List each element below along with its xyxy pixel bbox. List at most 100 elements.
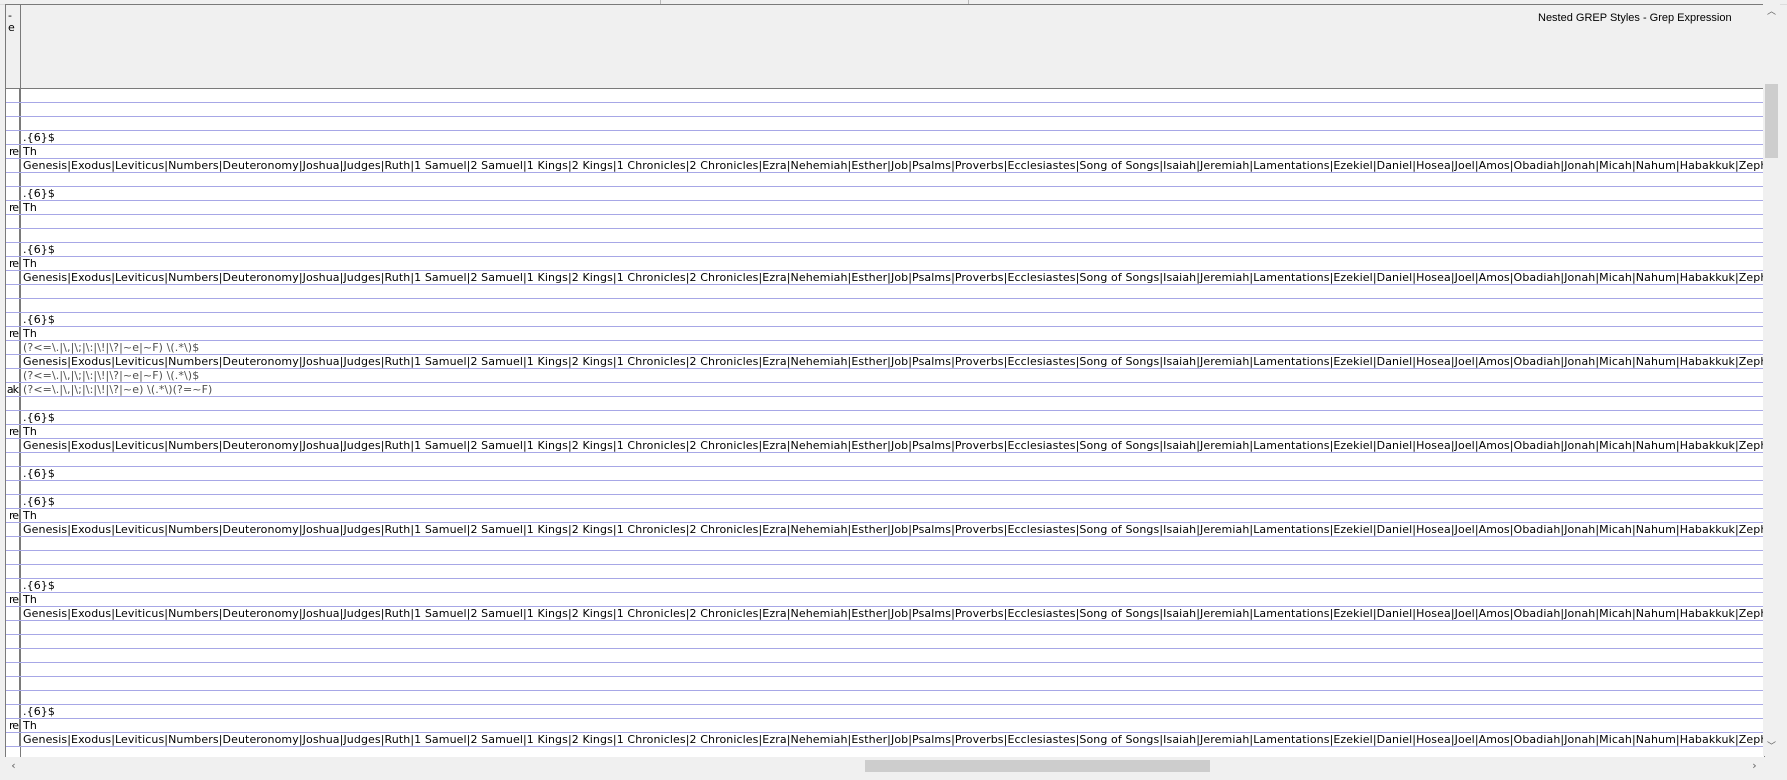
table-row[interactable]: [6, 565, 1764, 579]
row-header[interactable]: [6, 495, 20, 508]
vertical-scrollbar[interactable]: ︿ ﹀: [1763, 4, 1780, 756]
table-row[interactable]: [6, 635, 1764, 649]
table-row[interactable]: .{6}$: [6, 243, 1764, 257]
row-header[interactable]: re: [6, 719, 20, 732]
table-row[interactable]: re Th: [6, 425, 1764, 439]
vertical-scroll-thumb[interactable]: [1765, 84, 1778, 158]
table-row[interactable]: Genesis|Exodus|Leviticus|Numbers|Deutero…: [6, 607, 1764, 621]
table-row[interactable]: [6, 229, 1764, 243]
row-header[interactable]: re: [6, 425, 20, 438]
table-row[interactable]: Genesis|Exodus|Leviticus|Numbers|Deutero…: [6, 355, 1764, 369]
grep-expression-cell[interactable]: Th: [23, 425, 37, 438]
table-row[interactable]: .{6}$: [6, 467, 1764, 481]
row-header[interactable]: [6, 187, 20, 200]
row-header[interactable]: re: [6, 593, 20, 606]
row-header[interactable]: re: [6, 145, 20, 158]
grep-expression-cell[interactable]: .{6}$: [23, 243, 55, 256]
table-row[interactable]: ak (?<=\.|\,|\;|\:|\!|\?|~e) \(.*\)(?=~F): [6, 383, 1764, 397]
table-row[interactable]: [6, 537, 1764, 551]
grep-expression-cell[interactable]: Th: [23, 509, 37, 522]
row-header[interactable]: re: [6, 509, 20, 522]
row-header[interactable]: [6, 411, 20, 424]
grep-expression-cell[interactable]: Th: [23, 201, 37, 214]
table-row[interactable]: (?<=\.|\,|\;|\:|\!|\?|~e|~F) \(.*\)$: [6, 341, 1764, 355]
table-row[interactable]: [6, 103, 1764, 117]
row-header[interactable]: [6, 117, 20, 130]
grep-expression-cell[interactable]: .{6}$: [23, 313, 55, 326]
row-header[interactable]: [6, 607, 20, 620]
table-row[interactable]: re Th: [6, 201, 1764, 215]
table-row[interactable]: [6, 663, 1764, 677]
grep-expression-cell[interactable]: .{6}$: [23, 131, 55, 144]
grep-expression-cell[interactable]: .{6}$: [23, 411, 55, 424]
table-row[interactable]: Genesis|Exodus|Leviticus|Numbers|Deutero…: [6, 159, 1764, 173]
row-header[interactable]: [6, 299, 20, 312]
row-header[interactable]: [6, 677, 20, 690]
table-row[interactable]: re Th: [6, 719, 1764, 733]
grep-expression-cell[interactable]: Genesis|Exodus|Leviticus|Numbers|Deutero…: [23, 733, 1764, 746]
table-row[interactable]: .{6}$: [6, 187, 1764, 201]
row-header[interactable]: [6, 243, 20, 256]
table-row[interactable]: re Th: [6, 145, 1764, 159]
table-row[interactable]: .{6}$: [6, 411, 1764, 425]
row-header[interactable]: [6, 89, 20, 102]
row-header[interactable]: ak: [6, 383, 20, 396]
grep-expression-cell[interactable]: Th: [23, 719, 37, 732]
chevron-down-icon[interactable]: ﹀: [1763, 739, 1780, 756]
row-header[interactable]: [6, 173, 20, 186]
table-row[interactable]: (?<=\.|\,|\;|\:|\!|\?|~e|~F) \(.*\)$: [6, 369, 1764, 383]
row-header[interactable]: [6, 663, 20, 676]
row-header[interactable]: [6, 523, 20, 536]
row-header[interactable]: [6, 439, 20, 452]
table-row[interactable]: [6, 621, 1764, 635]
table-row[interactable]: .{6}$: [6, 313, 1764, 327]
row-header[interactable]: [6, 621, 20, 634]
table-row[interactable]: [6, 551, 1764, 565]
table-row[interactable]: [6, 299, 1764, 313]
table-row[interactable]: re Th: [6, 509, 1764, 523]
table-row[interactable]: .{6}$: [6, 495, 1764, 509]
chevron-left-icon[interactable]: ‹: [5, 757, 22, 774]
table-row[interactable]: [6, 691, 1764, 705]
row-header[interactable]: [6, 453, 20, 466]
row-header[interactable]: [6, 537, 20, 550]
grep-expression-cell[interactable]: Genesis|Exodus|Leviticus|Numbers|Deutero…: [23, 523, 1764, 536]
row-header[interactable]: re: [6, 257, 20, 270]
row-header[interactable]: [6, 131, 20, 144]
table-row[interactable]: Genesis|Exodus|Leviticus|Numbers|Deutero…: [6, 733, 1764, 747]
grep-expression-cell[interactable]: Genesis|Exodus|Leviticus|Numbers|Deutero…: [23, 439, 1764, 452]
grep-expression-cell[interactable]: Th: [23, 145, 37, 158]
table-row[interactable]: Genesis|Exodus|Leviticus|Numbers|Deutero…: [6, 271, 1764, 285]
grep-expression-cell[interactable]: .{6}$: [23, 495, 55, 508]
row-header[interactable]: [6, 649, 20, 662]
table-row[interactable]: [6, 677, 1764, 691]
row-header[interactable]: [6, 355, 20, 368]
table-row[interactable]: Genesis|Exodus|Leviticus|Numbers|Deutero…: [6, 523, 1764, 537]
table-row[interactable]: [6, 397, 1764, 411]
row-header[interactable]: [6, 369, 20, 382]
row-header[interactable]: [6, 285, 20, 298]
row-header[interactable]: [6, 565, 20, 578]
table-row[interactable]: [6, 117, 1764, 131]
row-header[interactable]: re: [6, 327, 20, 340]
table-row[interactable]: re Th: [6, 257, 1764, 271]
row-header[interactable]: [6, 397, 20, 410]
grep-expression-cell[interactable]: Genesis|Exodus|Leviticus|Numbers|Deutero…: [23, 271, 1764, 284]
horizontal-scroll-thumb[interactable]: [865, 760, 1210, 772]
spreadsheet-grid[interactable]: - e Nested GREP Styles - Grep Expression…: [5, 4, 1765, 758]
row-header[interactable]: [6, 481, 20, 494]
grep-expression-cell[interactable]: .{6}$: [23, 467, 55, 480]
table-row[interactable]: [6, 215, 1764, 229]
table-row[interactable]: re Th: [6, 327, 1764, 341]
chevron-up-icon[interactable]: ︿: [1763, 4, 1780, 21]
row-header[interactable]: [6, 691, 20, 704]
table-row[interactable]: .{6}$: [6, 705, 1764, 719]
grep-expression-cell[interactable]: (?<=\.|\,|\;|\:|\!|\?|~e|~F) \(.*\)$: [23, 369, 199, 382]
table-row[interactable]: [6, 481, 1764, 495]
table-row[interactable]: [6, 453, 1764, 467]
row-header[interactable]: [6, 635, 20, 648]
row-header[interactable]: [6, 229, 20, 242]
row-header[interactable]: [6, 733, 20, 746]
grep-expression-cell[interactable]: Th: [23, 257, 37, 270]
table-row[interactable]: .{6}$: [6, 579, 1764, 593]
